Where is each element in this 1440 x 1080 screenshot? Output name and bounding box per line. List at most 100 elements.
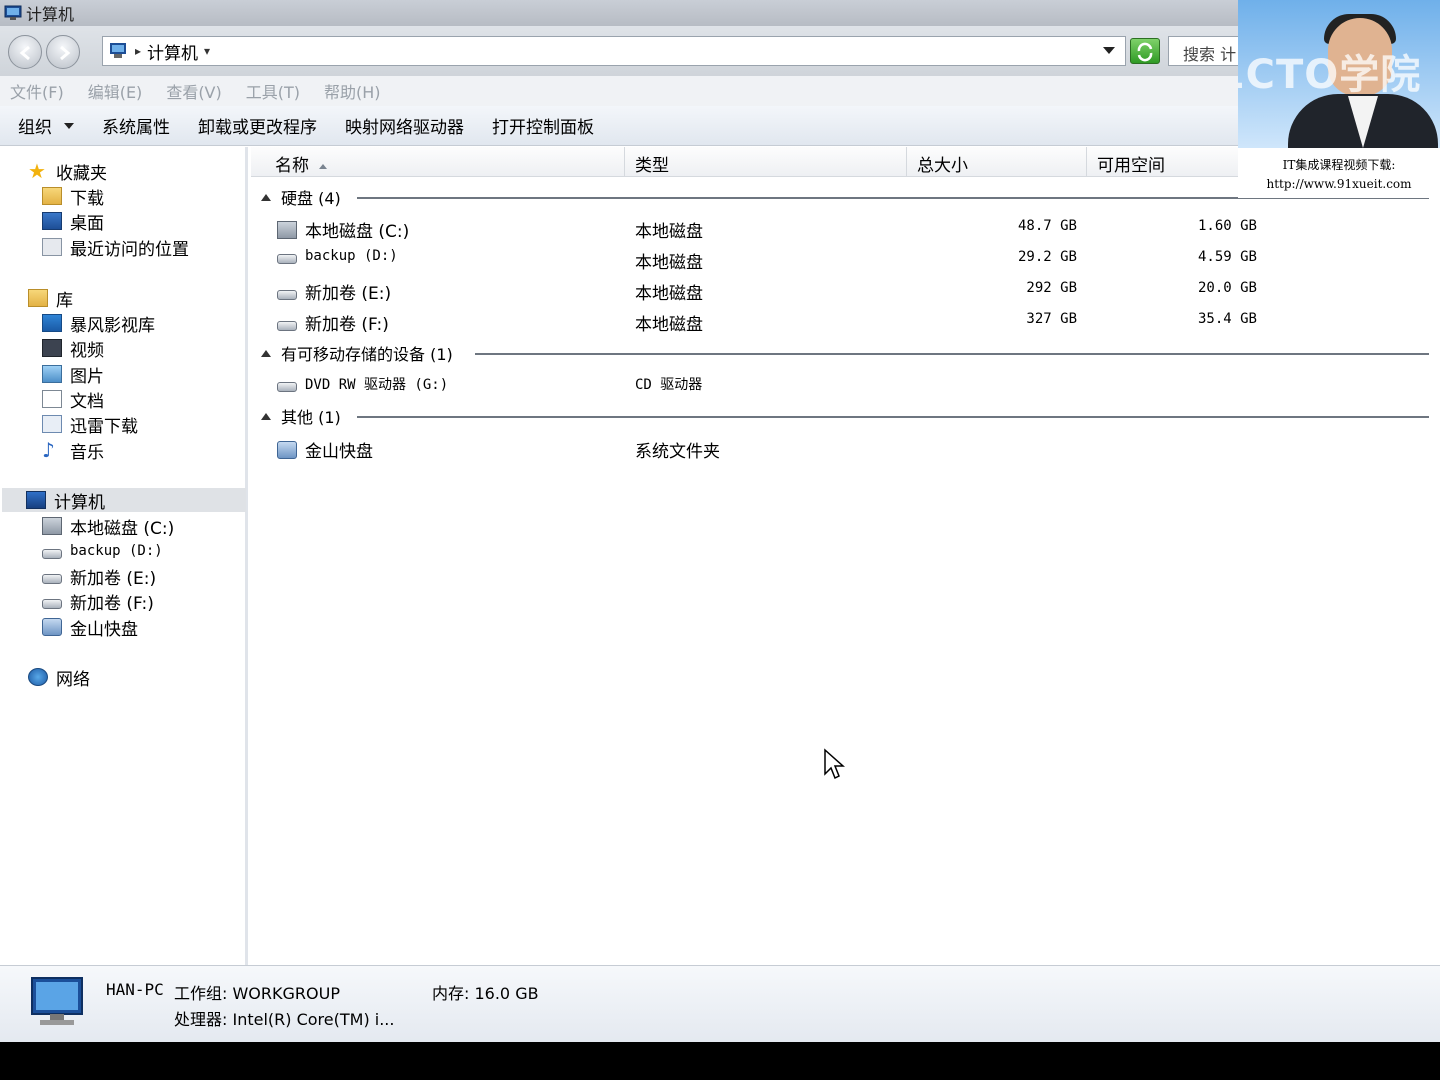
nav-favorites-label: 收藏夹 — [56, 163, 107, 184]
drive-name: backup (D:) — [277, 248, 398, 264]
refresh-button[interactable] — [1130, 38, 1160, 64]
map-network-drive-button[interactable]: 映射网络驱动器 — [345, 113, 464, 138]
drive-row-d[interactable]: backup (D:) 本地磁盘 29.2 GB 4.59 GB — [251, 244, 1440, 274]
nav-computer[interactable]: 计算机 — [2, 488, 246, 513]
drive-row-c[interactable]: 本地磁盘 (C:) 本地磁盘 48.7 GB 1.60 GB — [251, 213, 1440, 243]
nav-e-drive[interactable]: 新加卷 (E:) — [42, 564, 156, 589]
drive-row-g[interactable]: DVD RW 驱动器 (G:) CD 驱动器 — [251, 370, 1440, 400]
nav-storm-library[interactable]: 暴风影视库 — [42, 311, 155, 336]
column-name[interactable]: 名称 — [267, 147, 625, 177]
nav-favorites[interactable]: ★ 收藏夹 — [28, 159, 107, 184]
breadcrumb-dropdown[interactable]: ▾ — [204, 44, 210, 58]
drive-row-e[interactable]: 新加卷 (E:) 本地磁盘 292 GB 20.0 GB — [251, 275, 1440, 305]
organize-button[interactable]: 组织 — [18, 113, 74, 138]
menu-view[interactable]: 查看(V) — [166, 79, 221, 103]
downloads-folder-icon — [42, 187, 62, 205]
nav-music-label: 音乐 — [70, 442, 104, 463]
computer-icon — [31, 977, 83, 1025]
nav-d-drive[interactable]: backup (D:) — [42, 539, 163, 563]
group-other[interactable]: 其他 (1) — [261, 404, 1429, 428]
column-type[interactable]: 类型 — [627, 147, 907, 177]
nav-pictures-label: 图片 — [70, 366, 104, 387]
nav-c-drive[interactable]: 本地磁盘 (C:) — [42, 514, 174, 539]
nav-kuaipan[interactable]: 金山快盘 — [42, 615, 138, 640]
nav-f-drive-label: 新加卷 (F:) — [70, 593, 154, 614]
menu-file[interactable]: 文件(F) — [10, 79, 64, 103]
network-icon — [28, 668, 48, 686]
menu-help[interactable]: 帮助(H) — [324, 79, 381, 103]
watermark-line-2: http://www.91xueit.com — [1266, 177, 1412, 191]
nav-desktop[interactable]: 桌面 — [42, 209, 104, 234]
drive-free-space: 35.4 GB — [1197, 311, 1257, 327]
watermark-line-1: IT集成课程视频下载: — [1282, 158, 1396, 172]
drive-type: 本地磁盘 — [635, 222, 703, 242]
nav-thunder-label: 迅雷下载 — [70, 416, 138, 437]
folder-row-kuaipan[interactable]: 金山快盘 系统文件夹 — [251, 433, 1440, 463]
menu-edit[interactable]: 编辑(E) — [88, 79, 143, 103]
drive-free-space: 1.60 GB — [1197, 218, 1257, 234]
refresh-icon — [1137, 42, 1153, 62]
window-title: 计算机 — [26, 5, 75, 24]
forward-button[interactable] — [46, 35, 80, 69]
drive-name: 新加卷 (F:) — [277, 310, 389, 335]
nav-libraries-label: 库 — [56, 290, 73, 311]
nav-videos[interactable]: 视频 — [42, 336, 104, 361]
column-total-size[interactable]: 总大小 — [909, 147, 1087, 177]
breadcrumb-separator[interactable]: ▸ — [135, 44, 141, 58]
nav-recent-places[interactable]: 最近访问的位置 — [42, 235, 189, 260]
drive-name-label: 本地磁盘 (C:) — [305, 222, 410, 242]
system-drive-icon — [277, 220, 297, 239]
nav-documents[interactable]: 文档 — [42, 387, 104, 412]
back-button[interactable] — [8, 35, 42, 69]
libraries-icon — [28, 289, 48, 307]
computer-icon — [4, 5, 22, 20]
address-bar[interactable]: ▸ 计算机 ▾ — [102, 36, 1126, 66]
nav-documents-label: 文档 — [70, 391, 104, 412]
item-name-label: 金山快盘 — [305, 442, 373, 462]
nav-storm-label: 暴风影视库 — [70, 315, 155, 336]
system-drive-icon — [42, 517, 62, 535]
hard-drive-icon — [277, 320, 297, 331]
uninstall-program-button[interactable]: 卸载或更改程序 — [198, 113, 317, 138]
group-hard-disks-label: 硬盘 (4) — [281, 189, 341, 208]
system-properties-button[interactable]: 系统属性 — [102, 113, 170, 138]
arrow-right-icon — [60, 45, 71, 61]
group-hard-disks[interactable]: 硬盘 (4) — [261, 185, 1429, 209]
drive-name-label: backup (D:) — [305, 248, 398, 264]
nav-downloads[interactable]: 下载 — [42, 184, 104, 209]
nav-thunder-downloads[interactable]: 迅雷下载 — [42, 412, 138, 437]
mouse-cursor-icon — [824, 748, 845, 780]
drive-free-space: 4.59 GB — [1197, 249, 1257, 265]
music-note-icon: ♪ — [42, 438, 55, 462]
nav-network[interactable]: 网络 — [28, 665, 90, 690]
breadcrumb-computer[interactable]: 计算机 — [147, 39, 198, 64]
star-icon: ★ — [28, 159, 46, 183]
navigation-pane: ★ 收藏夹 下载 桌面 最近访问的位置 库 暴风影视库 视频 图片 文档 迅雷下载… — [0, 147, 248, 965]
nav-d-drive-label: backup (D:) — [70, 543, 163, 559]
group-other-label: 其他 (1) — [281, 408, 341, 427]
group-removable[interactable]: 有可移动存储的设备 (1) — [261, 341, 1429, 365]
address-history-dropdown[interactable] — [1103, 47, 1115, 54]
search-input[interactable]: 搜索 计 — [1168, 36, 1248, 66]
video-library-icon — [42, 314, 62, 332]
nav-pictures[interactable]: 图片 — [42, 362, 104, 387]
nav-music[interactable]: ♪ 音乐 — [42, 438, 104, 463]
film-icon — [42, 339, 62, 357]
desktop-icon — [42, 212, 62, 230]
menu-tools[interactable]: 工具(T) — [246, 79, 300, 103]
column-name-label: 名称 — [275, 156, 309, 176]
nav-desktop-label: 桌面 — [70, 213, 104, 234]
drive-name-label: DVD RW 驱动器 (G:) — [305, 377, 449, 393]
open-control-panel-button[interactable]: 打开控制面板 — [492, 113, 594, 138]
nav-f-drive[interactable]: 新加卷 (F:) — [42, 589, 154, 614]
picture-icon — [42, 365, 62, 383]
hard-drive-icon — [42, 574, 62, 584]
menu-bar: 文件(F) 编辑(E) 查看(V) 工具(T) 帮助(H) — [0, 76, 1440, 106]
chevron-down-icon — [64, 122, 74, 129]
nav-libraries[interactable]: 库 — [28, 286, 73, 311]
drive-name: 新加卷 (E:) — [277, 279, 391, 304]
hard-drive-icon — [277, 254, 297, 264]
drive-row-f[interactable]: 新加卷 (F:) 本地磁盘 327 GB 35.4 GB — [251, 306, 1440, 336]
computer-icon — [110, 43, 126, 58]
details-pane: HAN-PC 工作组: WORKGROUP 内存: 16.0 GB 处理器: I… — [0, 965, 1440, 1042]
